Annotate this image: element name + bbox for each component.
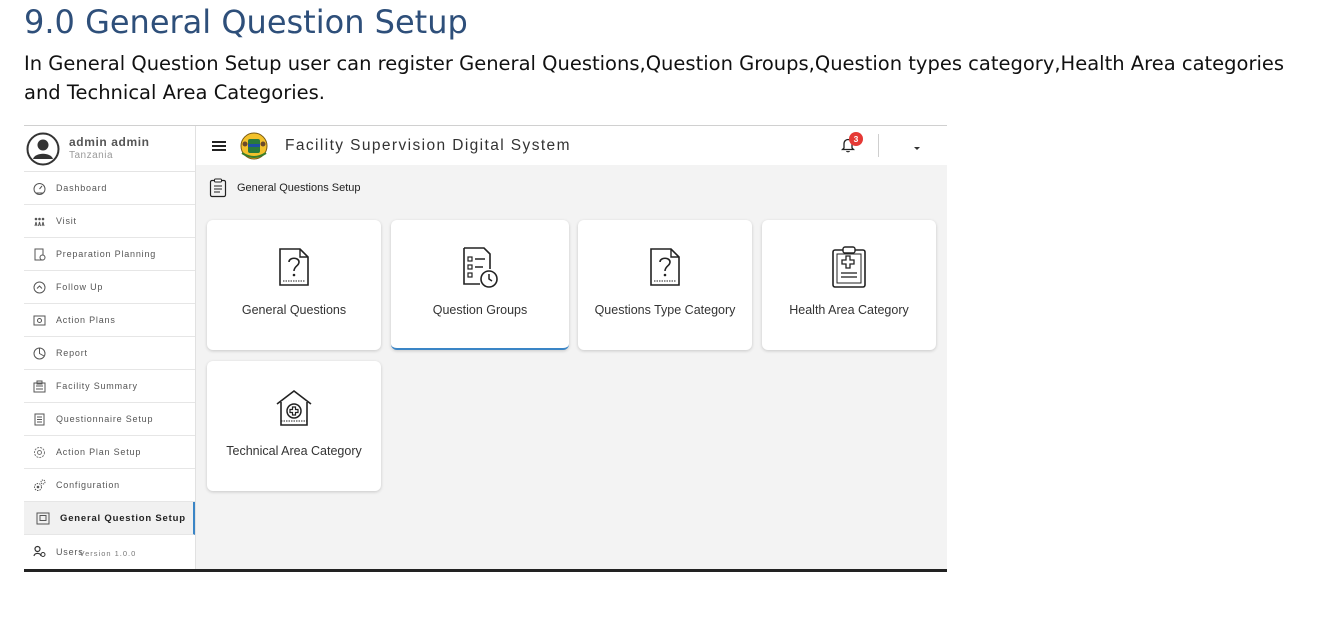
page-header: General Questions Setup	[209, 178, 361, 198]
sidebar-item-configuration[interactable]: Configuration	[24, 469, 195, 502]
sidebar-item-label: Visit	[56, 216, 77, 226]
sidebar-item-label: Questionnaire Setup	[56, 414, 154, 424]
questionnaire-icon	[32, 412, 46, 426]
sidebar-item-preparation-planning[interactable]: Preparation Planning	[24, 238, 195, 271]
avatar-icon	[26, 132, 60, 165]
sidebar-item-label: Action Plan Setup	[56, 447, 142, 457]
sidebar-item-general-question-setup[interactable]: General Question Setup	[24, 502, 195, 535]
technical-area-category-card[interactable]: Technical Area Category	[207, 361, 381, 491]
sidebar-item-label: Preparation Planning	[56, 249, 157, 259]
sidebar-item-label: Report	[56, 348, 88, 358]
card-label: Technical Area Category	[226, 444, 362, 458]
user-country: Tanzania	[69, 149, 114, 161]
main-content: General Questions Setup General Question…	[196, 165, 947, 569]
document-heading: 9.0 General Question Setup	[24, 3, 468, 41]
questions-type-category-card[interactable]: Questions Type Category	[578, 220, 752, 350]
sidebar-item-label: Action Plans	[56, 315, 116, 325]
visit-icon	[32, 214, 46, 228]
question-document-icon	[650, 248, 680, 286]
sidebar-item-visit[interactable]: Visit	[24, 205, 195, 238]
health-facility-icon	[276, 389, 312, 426]
account-dropdown-caret-icon[interactable]	[914, 147, 920, 150]
follow-up-icon	[32, 280, 46, 294]
page-title: General Questions Setup	[237, 182, 361, 194]
notification-badge: 3	[849, 132, 863, 146]
action-plans-icon	[32, 313, 46, 327]
top-bar: Facility Supervision Digital System 3	[196, 126, 947, 165]
checklist-timer-icon	[463, 247, 498, 288]
general-questions-card[interactable]: General Questions	[207, 220, 381, 350]
sidebar-item-report[interactable]: Report	[24, 337, 195, 370]
sidebar-item-questionnaire-setup[interactable]: Questionnaire Setup	[24, 403, 195, 436]
clipboard-icon	[209, 178, 227, 198]
sidebar-item-dashboard[interactable]: Dashboard	[24, 172, 195, 205]
user-name: admin admin	[69, 134, 150, 149]
sidebar-item-label: Facility Summary	[56, 381, 138, 391]
health-area-category-card[interactable]: Health Area Category	[762, 220, 936, 350]
app-version: Version 1.0.0	[79, 548, 137, 558]
card-label: Questions Type Category	[594, 303, 736, 317]
action-plan-setup-icon	[32, 445, 46, 459]
sidebar-item-facility-summary[interactable]: Facility Summary	[24, 370, 195, 403]
question-setup-icon	[36, 511, 50, 525]
dashboard-icon	[32, 181, 46, 195]
user-profile[interactable]: admin admin Tanzania	[24, 126, 195, 172]
facility-icon	[32, 379, 46, 393]
card-label: Question Groups	[432, 303, 528, 317]
sidebar-item-action-plan-setup[interactable]: Action Plan Setup	[24, 436, 195, 469]
sidebar: admin admin Tanzania Dashboard Visit Pre…	[24, 126, 196, 569]
sidebar-item-label: Configuration	[56, 480, 120, 490]
question-document-icon	[279, 248, 309, 286]
gears-icon	[32, 478, 46, 492]
sidebar-item-label: Follow Up	[56, 282, 104, 292]
document-paragraph: In General Question Setup user can regis…	[24, 52, 1285, 104]
question-groups-card[interactable]: Question Groups	[391, 220, 569, 350]
hamburger-menu-icon[interactable]	[212, 139, 226, 153]
card-label: General Questions	[241, 303, 347, 317]
sidebar-item-label: Dashboard	[56, 183, 108, 193]
notifications-button[interactable]: 3	[840, 132, 863, 155]
card-label: Health Area Category	[789, 303, 909, 317]
report-icon	[32, 346, 46, 360]
sidebar-item-users[interactable]: Users Version 1.0.0	[24, 535, 195, 568]
national-emblem-icon	[240, 132, 268, 159]
app-screenshot: admin admin Tanzania Dashboard Visit Pre…	[24, 125, 947, 572]
sidebar-item-follow-up[interactable]: Follow Up	[24, 271, 195, 304]
sidebar-item-action-plans[interactable]: Action Plans	[24, 304, 195, 337]
topbar-divider	[878, 134, 879, 157]
app-title: Facility Supervision Digital System	[285, 136, 571, 154]
sidebar-item-label: General Question Setup	[60, 512, 186, 524]
preparation-icon	[32, 247, 46, 261]
medical-clipboard-icon	[832, 246, 866, 288]
users-icon	[32, 545, 46, 559]
